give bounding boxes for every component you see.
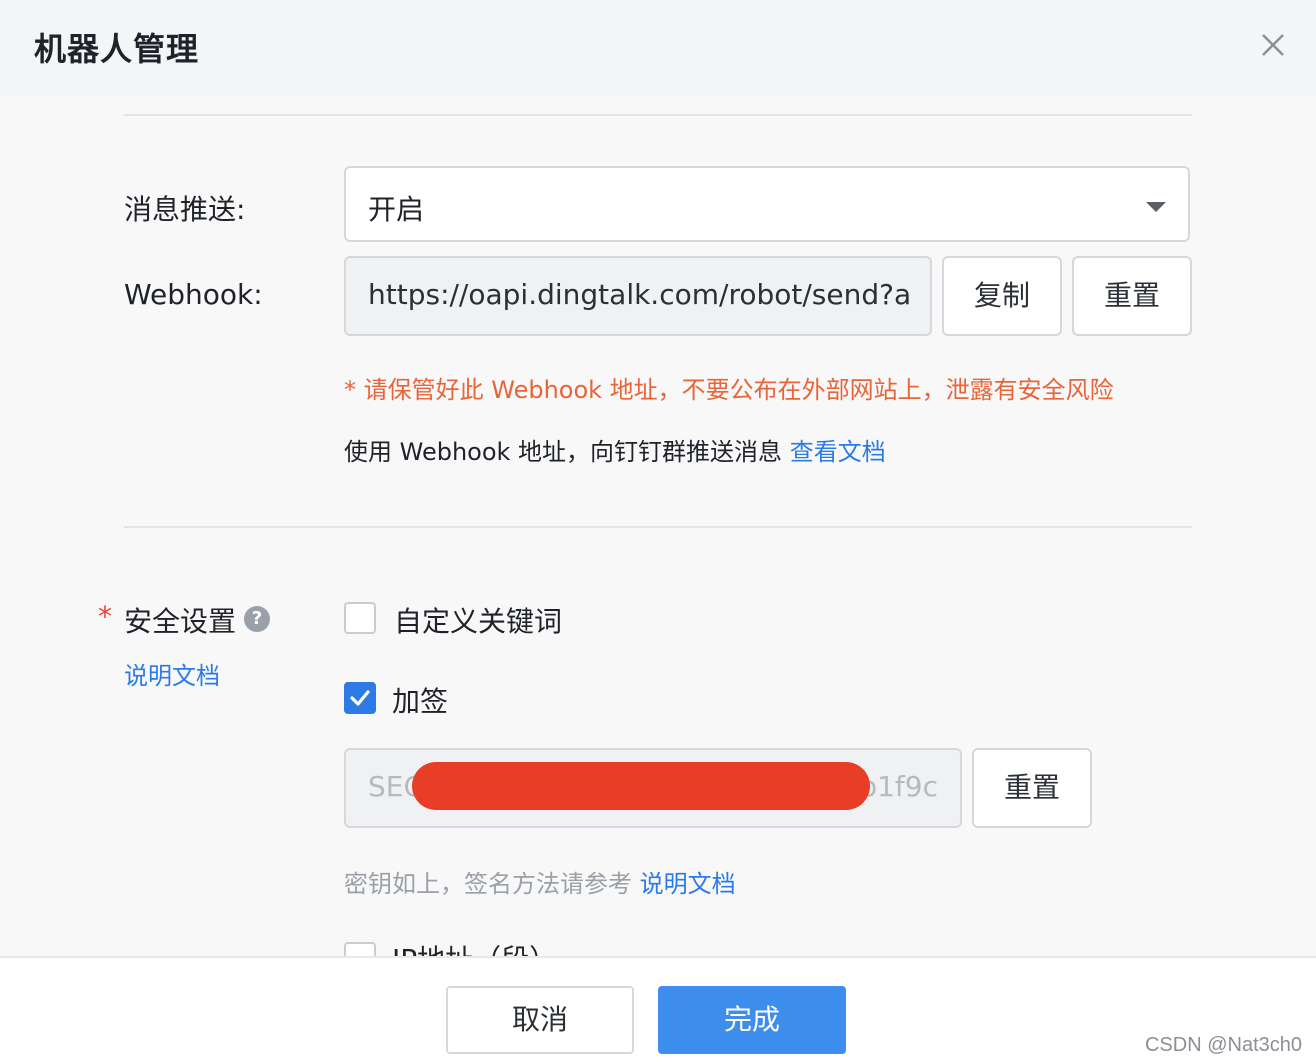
secret-hint: 密钥如上，签名方法请参考 说明文档 — [344, 864, 736, 899]
webhook-url-field[interactable]: https://oapi.dingtalk.com/robot/send?acc — [344, 256, 932, 336]
redaction-mark — [412, 762, 870, 810]
dialog-header: 机器人管理 — [0, 0, 1316, 96]
keyword-checkbox[interactable] — [344, 602, 376, 634]
caret-down-icon — [1146, 202, 1166, 212]
dialog-title: 机器人管理 — [34, 30, 200, 68]
ip-checkbox[interactable] — [344, 942, 376, 956]
webhook-warning: * 请保管好此 Webhook 地址，不要公布在外部网站上，泄露有安全风险 — [344, 376, 1114, 404]
close-icon[interactable] — [1256, 28, 1290, 62]
done-button[interactable]: 完成 — [658, 986, 846, 1054]
sign-checkbox-label[interactable]: 加签 — [392, 680, 448, 720]
watermark: CSDN @Nat3ch0 — [1144, 1034, 1302, 1056]
push-select-value: 开启 — [368, 193, 425, 226]
ip-checkbox-label[interactable]: IP地址（段） — [392, 938, 557, 956]
webhook-url-text: https://oapi.dingtalk.com/robot/send?acc — [368, 278, 912, 311]
middle-divider — [124, 526, 1192, 528]
cancel-button[interactable]: 取消 — [446, 986, 634, 1054]
view-docs-link[interactable]: 查看文档 — [790, 438, 886, 466]
webhook-reset-button[interactable]: 重置 — [1072, 256, 1192, 336]
push-select[interactable]: 开启 — [344, 166, 1190, 242]
secret-doc-link[interactable]: 说明文档 — [640, 870, 736, 898]
required-mark: * — [98, 600, 112, 633]
webhook-info-text: 使用 Webhook 地址，向钉钉群推送消息 — [344, 438, 783, 466]
dialog-body: 消息推送: 开启 Webhook: https://oapi.dingtalk.… — [0, 96, 1316, 956]
security-doc-link[interactable]: 说明文档 — [124, 656, 220, 691]
dialog-footer: 取消 完成 CSDN @Nat3ch0 — [0, 956, 1316, 1062]
security-label: 安全设置 — [124, 605, 237, 638]
push-label: 消息推送: — [124, 193, 246, 226]
webhook-label: Webhook: — [124, 278, 263, 311]
checkmark-icon — [350, 690, 370, 706]
keyword-checkbox-label[interactable]: 自定义关键词 — [394, 600, 562, 640]
secret-hint-text: 密钥如上，签名方法请参考 — [344, 870, 632, 898]
webhook-info: 使用 Webhook 地址，向钉钉群推送消息 查看文档 — [344, 432, 886, 467]
copy-button[interactable]: 复制 — [942, 256, 1062, 336]
secret-reset-button[interactable]: 重置 — [972, 748, 1092, 828]
top-divider — [124, 114, 1192, 116]
help-icon[interactable]: ? — [244, 606, 270, 632]
sign-checkbox[interactable] — [344, 682, 376, 714]
